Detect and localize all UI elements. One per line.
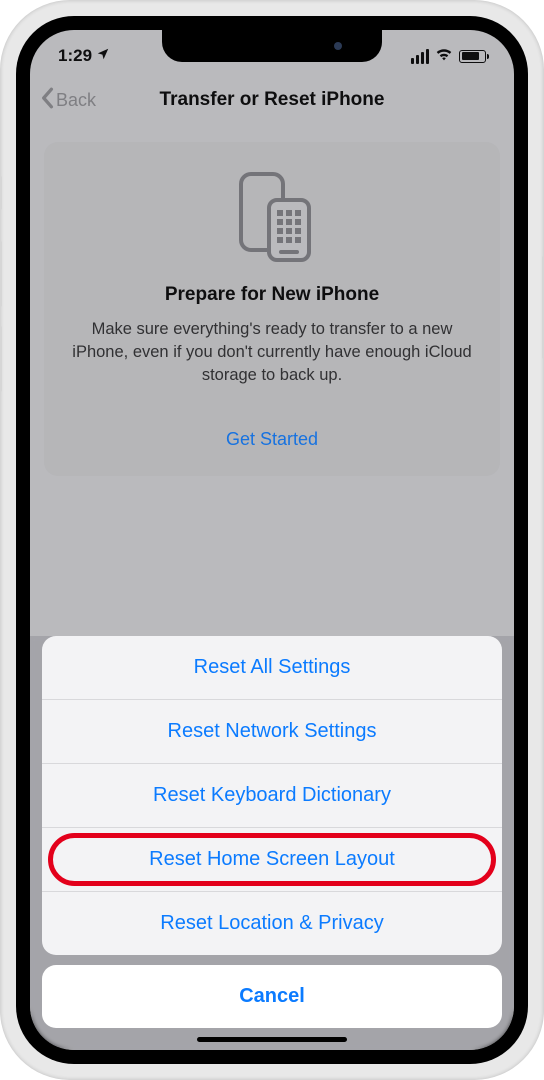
camera-dot-icon: [334, 42, 342, 50]
phones-icon: [227, 170, 317, 266]
cancel-button[interactable]: Cancel: [42, 965, 502, 1028]
nav-bar: Back Transfer or Reset iPhone: [30, 76, 514, 124]
screen: 1:29: [30, 30, 514, 1050]
reset-location-privacy-option[interactable]: Reset Location & Privacy: [42, 892, 502, 955]
card-title: Prepare for New iPhone: [66, 284, 478, 306]
mute-switch: [0, 175, 2, 211]
volume-down-button: [0, 325, 2, 393]
reset-keyboard-dictionary-option[interactable]: Reset Keyboard Dictionary: [42, 764, 502, 828]
phone-frame: 1:29: [0, 0, 544, 1080]
reset-home-screen-layout-option[interactable]: Reset Home Screen Layout: [42, 828, 502, 892]
location-icon: [96, 46, 110, 66]
volume-up-button: [0, 240, 2, 308]
battery-icon: [459, 50, 486, 63]
get-started-button[interactable]: Get Started: [66, 429, 478, 450]
card-description: Make sure everything's ready to transfer…: [66, 318, 478, 387]
sheet-options-group: Reset All Settings Reset Network Setting…: [42, 636, 502, 955]
prepare-card: Prepare for New iPhone Make sure everyth…: [44, 142, 500, 476]
reset-all-settings-option[interactable]: Reset All Settings: [42, 636, 502, 700]
notch: [162, 30, 382, 62]
cellular-signal-icon: [411, 49, 429, 64]
home-indicator[interactable]: [197, 1037, 347, 1042]
sheet-item-label: Reset Home Screen Layout: [149, 848, 395, 870]
nav-title: Transfer or Reset iPhone: [30, 89, 514, 111]
reset-network-settings-option[interactable]: Reset Network Settings: [42, 700, 502, 764]
status-time: 1:29: [58, 46, 92, 66]
reset-action-sheet: Reset All Settings Reset Network Setting…: [30, 636, 514, 1050]
wifi-icon: [435, 46, 453, 66]
